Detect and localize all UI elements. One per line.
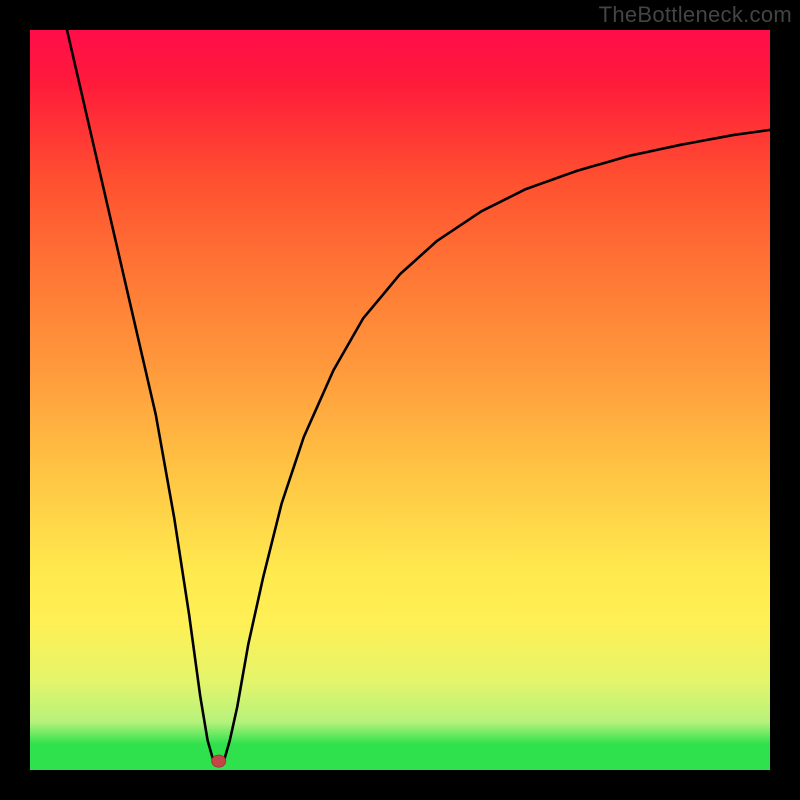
gradient-background: [30, 30, 770, 770]
plot-frame: [30, 30, 770, 770]
chart-container: TheBottleneck.com: [0, 0, 800, 800]
watermark-text: TheBottleneck.com: [599, 2, 792, 28]
chart-svg: [30, 30, 770, 770]
optimal-point-marker: [212, 755, 226, 767]
